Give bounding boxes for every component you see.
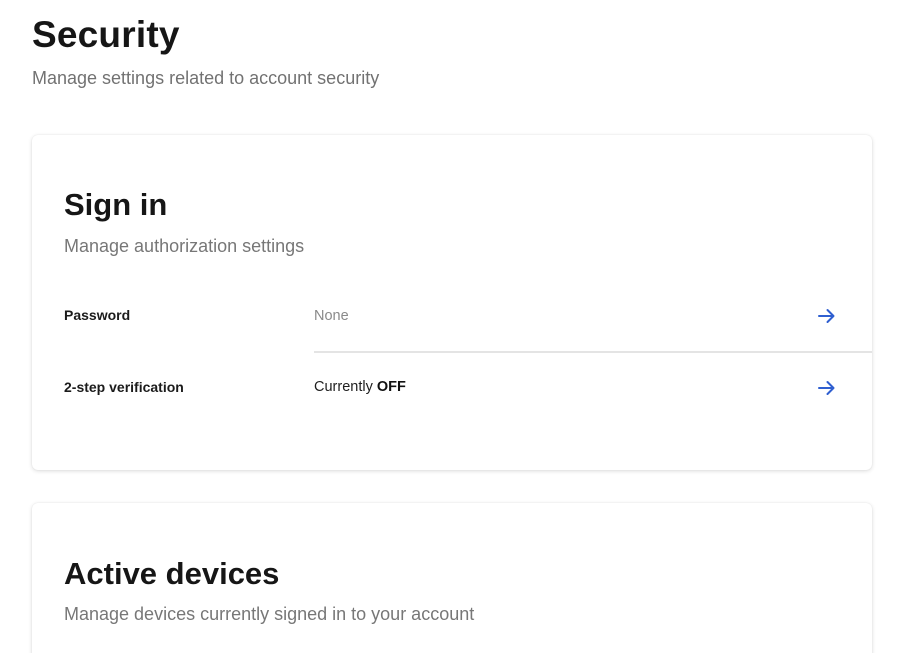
active-devices-card-title: Active devices [64,556,280,591]
two-step-verification-value: Currently OFF [314,379,406,395]
sign-in-card: Sign in Manage authorization settings Pa… [32,135,872,470]
arrow-right-icon[interactable] [818,380,836,396]
two-step-verification-status: OFF [376,379,406,395]
page-title: Security [32,14,180,55]
two-step-verification-label: 2-step verification [64,379,184,395]
two-step-verification-setting-row[interactable]: 2-step verification Currently OFF [32,352,872,424]
arrow-right-icon[interactable] [818,308,836,324]
active-devices-card-subtitle: Manage devices currently signed in to yo… [64,604,475,624]
password-label: Password [64,307,131,323]
two-step-verification-prefix: Currently [314,379,373,395]
sign-in-card-subtitle: Manage authorization settings [64,236,305,256]
page-subtitle: Manage settings related to account secur… [32,68,380,88]
sign-in-card-title: Sign in [64,187,168,222]
password-setting-row[interactable]: Password None [32,280,872,352]
security-settings-page: Security Manage settings related to acco… [0,0,904,653]
password-value: None [314,308,349,324]
active-devices-card: Active devices Manage devices currently … [32,503,872,653]
